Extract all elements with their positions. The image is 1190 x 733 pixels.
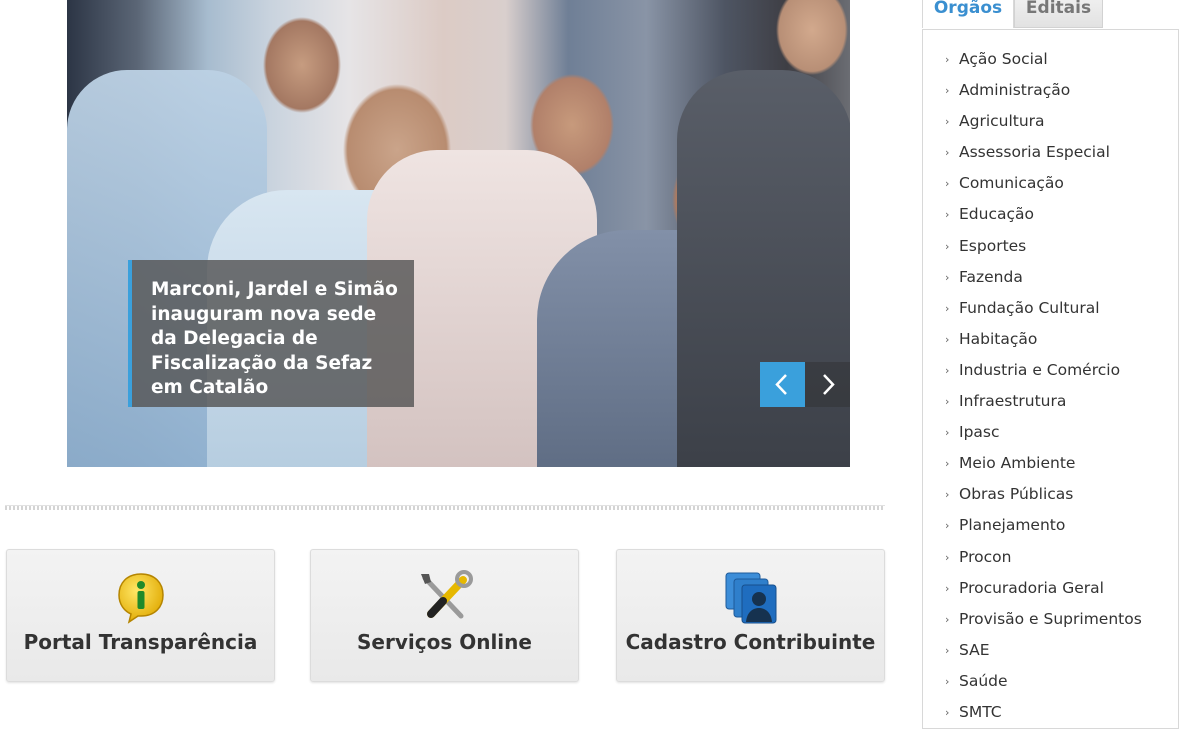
sidebar-item-label: Administração bbox=[959, 81, 1071, 100]
chevron-left-icon bbox=[775, 374, 787, 395]
chevron-right-icon: › bbox=[945, 53, 950, 66]
orgaos-list: › Ação Social › Administração › Agricultura › A… bbox=[945, 49, 1142, 733]
sidebar-item[interactable]: › Comunicação bbox=[945, 173, 1142, 204]
sidebar-item[interactable]: › Procuradoria Geral bbox=[945, 578, 1142, 609]
tile-label: Cadastro Contribuinte bbox=[625, 630, 876, 654]
sidebar-item[interactable]: › SAE bbox=[945, 640, 1142, 671]
sidebar-item-label: SMTC bbox=[959, 702, 1002, 721]
sidebar-item[interactable]: › Industria e Comércio bbox=[945, 360, 1142, 391]
sidebar-item[interactable]: › Ação Social bbox=[945, 49, 1142, 80]
sidebar-item[interactable]: › Administração bbox=[945, 80, 1142, 111]
slider-prev-button[interactable] bbox=[760, 362, 805, 407]
chevron-right-icon: › bbox=[945, 581, 950, 595]
sidebar-item[interactable]: › Planejamento bbox=[945, 515, 1142, 546]
sidebar-item-label: Fundação Cultural bbox=[959, 298, 1100, 317]
sidebar-item-label: Obras Públicas bbox=[959, 485, 1074, 504]
tile-label: Portal Transparência bbox=[23, 630, 258, 654]
sidebar-item[interactable]: › Fazenda bbox=[945, 267, 1142, 298]
chevron-right-icon: › bbox=[945, 674, 950, 688]
sidebar-item[interactable]: › Ipasc bbox=[945, 422, 1142, 453]
chevron-right-icon: › bbox=[945, 643, 950, 657]
sidebar-item-label: Saúde bbox=[959, 671, 1008, 690]
user-profiles-icon bbox=[725, 572, 776, 624]
sidebar-item[interactable]: › SMTC bbox=[945, 702, 1142, 733]
chevron-right-icon: › bbox=[945, 177, 950, 191]
chevron-right-icon bbox=[823, 374, 835, 395]
sidebar-item[interactable]: › Obras Públicas bbox=[945, 484, 1142, 515]
chevron-right-icon: › bbox=[945, 395, 950, 409]
sidebar-item-label: Procon bbox=[959, 547, 1012, 566]
news-slider[interactable]: Marconi, Jardel e Simão inauguram nova s… bbox=[67, 0, 850, 467]
chevron-right-icon: › bbox=[945, 457, 950, 471]
portal-transparencia-button[interactable]: Portal Transparência bbox=[6, 549, 275, 682]
sidebar-item-label: Industria e Comércio bbox=[959, 360, 1121, 379]
sidebar-item[interactable]: › Meio Ambiente bbox=[945, 453, 1142, 484]
cadastro-contribuinte-button[interactable]: Cadastro Contribuinte bbox=[616, 549, 885, 682]
sidebar-item-label: Planejamento bbox=[959, 516, 1066, 535]
tab-editais[interactable]: Editais bbox=[1014, 0, 1103, 28]
chevron-right-icon: › bbox=[945, 208, 950, 222]
sidebar-item-label: Assessoria Especial bbox=[959, 143, 1110, 162]
sidebar-item-label: Fazenda bbox=[959, 267, 1023, 286]
slider-next-button[interactable] bbox=[805, 362, 850, 407]
chevron-right-icon: › bbox=[945, 301, 950, 315]
chevron-right-icon: › bbox=[945, 332, 950, 346]
tile-label: Serviços Online bbox=[357, 630, 532, 654]
slide-photo-figure bbox=[677, 70, 850, 467]
info-bubble-icon bbox=[117, 573, 164, 624]
sidebar-item-label: Comunicação bbox=[959, 174, 1064, 193]
chevron-right-icon: › bbox=[945, 146, 950, 160]
sidebar-item-label: Ação Social bbox=[959, 50, 1048, 68]
sidebar-item-label: Agricultura bbox=[959, 112, 1045, 131]
sidebar-item-label: Habitação bbox=[959, 329, 1038, 348]
chevron-right-icon: › bbox=[945, 84, 950, 98]
sidebar-item-label: Educação bbox=[959, 205, 1034, 224]
slide-caption-text[interactable]: Marconi, Jardel e Simão inauguram nova s… bbox=[151, 278, 400, 401]
sidebar-item-label: SAE bbox=[959, 640, 990, 659]
sidebar-item-label: Infraestrutura bbox=[959, 392, 1067, 411]
sidebar-item-label: Provisão e Suprimentos bbox=[959, 609, 1142, 628]
sidebar-item-label: Meio Ambiente bbox=[959, 454, 1076, 473]
chevron-right-icon: › bbox=[945, 488, 950, 502]
servicos-online-button[interactable]: Serviços Online bbox=[310, 549, 579, 682]
orgaos-panel: › Ação Social › Administração › Agricultura › A… bbox=[922, 29, 1179, 729]
sidebar-item[interactable]: › Provisão e Suprimentos bbox=[945, 609, 1142, 640]
slide-caption[interactable]: Marconi, Jardel e Simão inauguram nova s… bbox=[128, 260, 414, 407]
chevron-right-icon: › bbox=[945, 550, 950, 564]
section-divider bbox=[5, 505, 885, 510]
sidebar-item[interactable]: › Fundação Cultural bbox=[945, 298, 1142, 329]
chevron-right-icon: › bbox=[945, 239, 950, 253]
sidebar-item[interactable]: › Saúde bbox=[945, 671, 1142, 702]
sidebar-item[interactable]: › Esportes bbox=[945, 236, 1142, 267]
chevron-right-icon: › bbox=[945, 519, 950, 533]
sidebar-item[interactable]: › Agricultura bbox=[945, 111, 1142, 142]
chevron-right-icon: › bbox=[945, 426, 950, 440]
sidebar-item[interactable]: › Habitação bbox=[945, 329, 1142, 360]
chevron-right-icon: › bbox=[945, 612, 950, 626]
sidebar-item[interactable]: › Procon bbox=[945, 547, 1142, 578]
tab-orgaos[interactable]: Orgãos bbox=[922, 0, 1014, 28]
chevron-right-icon: › bbox=[945, 115, 950, 129]
sidebar-item-label: Ipasc bbox=[959, 423, 1000, 442]
tools-icon bbox=[420, 570, 473, 619]
sidebar-item-label: Procuradoria Geral bbox=[959, 578, 1104, 597]
sidebar-item[interactable]: › Assessoria Especial bbox=[945, 142, 1142, 173]
chevron-right-icon: › bbox=[945, 270, 950, 284]
chevron-right-icon: › bbox=[945, 363, 950, 377]
sidebar-item[interactable]: › Infraestrutura bbox=[945, 391, 1142, 422]
sidebar-item-label: Esportes bbox=[959, 236, 1027, 255]
chevron-right-icon: › bbox=[945, 705, 950, 719]
sidebar-tabs: Orgãos Editais bbox=[922, 0, 1180, 30]
sidebar-item[interactable]: › Educação bbox=[945, 204, 1142, 235]
